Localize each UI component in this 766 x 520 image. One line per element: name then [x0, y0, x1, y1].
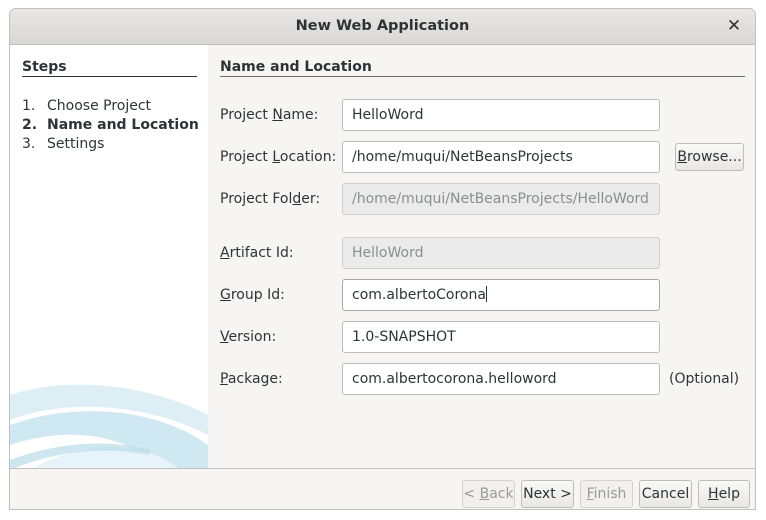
step-item-choose-project: 1. Choose Project: [22, 98, 151, 114]
project-name-label: Project Name:: [220, 107, 319, 123]
section-title: Name and Location: [220, 59, 745, 77]
help-button[interactable]: Help: [698, 480, 750, 508]
package-label: Package:: [220, 371, 283, 387]
project-folder-label: Project Folder:: [220, 191, 321, 207]
step-number: 2.: [22, 117, 38, 133]
version-input[interactable]: 1.0-SNAPSHOT: [342, 321, 660, 353]
project-location-label: Project Location:: [220, 149, 337, 165]
step-item-name-and-location: 2. Name and Location: [22, 117, 199, 133]
step-label: Settings: [47, 136, 105, 152]
steps-heading: Steps: [22, 59, 197, 77]
steps-panel: Steps 1. Choose Project 2. Name and Locati…: [10, 45, 208, 468]
cancel-button[interactable]: Cancel: [639, 480, 692, 508]
step-number: 1.: [22, 98, 36, 114]
step-item-settings: 3. Settings: [22, 136, 104, 152]
button-bar: < Back Next > Finish Cancel Help: [10, 468, 755, 509]
group-id-value: com.albertoCorona: [352, 287, 486, 303]
back-button[interactable]: < Back: [462, 480, 515, 508]
version-label: Version:: [220, 329, 277, 345]
artifact-id-field: HelloWord: [342, 237, 660, 269]
group-id-label: Group Id:: [220, 287, 285, 303]
step-number: 3.: [22, 136, 36, 152]
project-folder-field: /home/muqui/NetBeansProjects/HelloWord: [342, 183, 660, 215]
project-name-input[interactable]: HelloWord: [342, 99, 660, 131]
step-label: Name and Location: [47, 117, 199, 133]
optional-hint: (Optional): [669, 371, 740, 387]
title-bar[interactable]: New Web Application ✕: [10, 9, 755, 45]
project-location-input[interactable]: /home/muqui/NetBeansProjects: [342, 141, 660, 173]
package-input[interactable]: com.albertocorona.helloword: [342, 363, 660, 395]
browse-button[interactable]: Browse...: [675, 143, 744, 171]
group-id-input[interactable]: com.albertoCorona: [342, 279, 660, 311]
dialog-title: New Web Application: [295, 18, 470, 34]
text-caret: [485, 286, 487, 302]
dialog-window: New Web Application ✕ Steps 1. Choose Pro…: [9, 8, 756, 510]
step-label: Choose Project: [47, 98, 152, 114]
main-content: Name and Location Project Name: HelloWor…: [208, 45, 755, 468]
finish-button[interactable]: Finish: [580, 480, 633, 508]
decorative-swoosh-image: [10, 384, 208, 468]
next-button[interactable]: Next >: [521, 480, 574, 508]
artifact-id-label: Artifact Id:: [220, 245, 294, 261]
close-icon[interactable]: ✕: [723, 15, 745, 37]
